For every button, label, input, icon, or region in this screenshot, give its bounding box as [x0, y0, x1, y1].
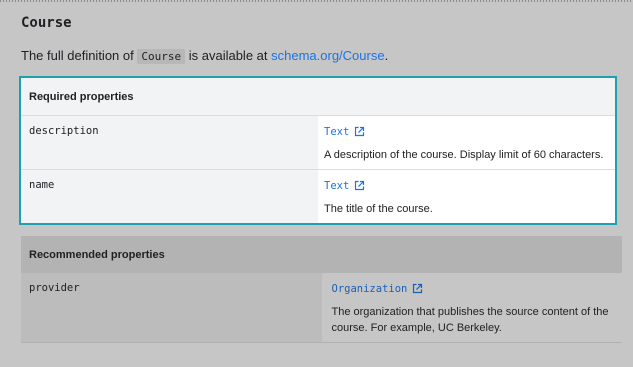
intro-text: The full definition of Course is availab… [21, 47, 622, 66]
property-type-link[interactable]: Text [318, 170, 615, 194]
property-type-link[interactable]: Organization [322, 273, 623, 297]
recommended-properties-header: Recommended properties [21, 236, 622, 273]
external-link-icon [355, 180, 365, 191]
recommended-properties-table: Recommended properties provider Organiza… [21, 236, 622, 343]
table-row: description Text A description of the co… [21, 115, 615, 170]
required-properties-table: Required properties description Text A d… [19, 76, 617, 225]
external-link-icon [355, 126, 365, 137]
required-properties-header: Required properties [21, 78, 615, 116]
page-title: Course [21, 15, 72, 31]
property-name: description [29, 125, 99, 137]
property-type-label: Text [324, 180, 350, 192]
property-type-link[interactable]: Text [318, 116, 615, 140]
intro-suffix: . [384, 48, 389, 63]
intro-prefix: The full definition of [21, 48, 134, 63]
property-name: name [29, 179, 55, 191]
property-type-label: Text [324, 126, 350, 138]
external-link-icon [413, 283, 423, 294]
intro-middle: is available at [188, 48, 268, 63]
property-name: provider [29, 282, 80, 294]
property-description: The organization that publishes the sour… [331, 306, 609, 334]
table-row: name Text The title of the course. [21, 169, 615, 223]
top-dotted-divider [0, 0, 633, 2]
property-description: A description of the course. Display lim… [324, 149, 604, 161]
property-description: The title of the course. [324, 203, 433, 215]
intro-code: Course [137, 49, 186, 64]
schema-course-link[interactable]: schema.org/Course [271, 48, 384, 63]
property-type-label: Organization [331, 283, 408, 295]
content: Course The full definition of Course is … [21, 12, 622, 66]
table-row: provider Organization The organization t… [21, 273, 622, 343]
